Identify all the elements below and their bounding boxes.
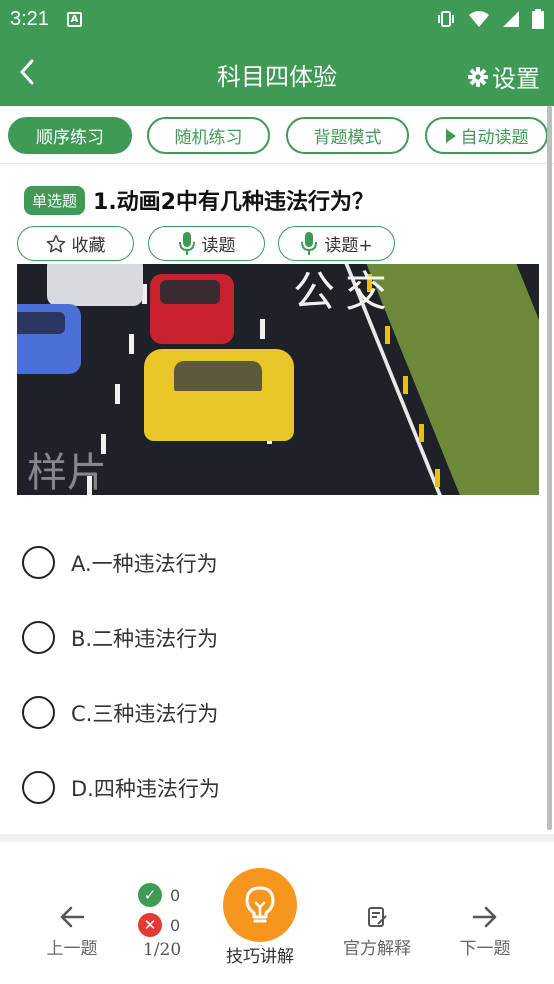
sample-watermark: 样片 xyxy=(27,450,107,495)
mode-tabs: 顺序练习 随机练习 背题模式 自动读题 xyxy=(0,106,554,164)
microphone-icon xyxy=(301,231,318,255)
option-d[interactable]: D.四种违法行为 xyxy=(22,750,542,825)
official-explanation-label: 官方解释 xyxy=(343,939,411,959)
option-c[interactable]: C.三种违法行为 xyxy=(22,675,542,750)
question-actions: 收藏 读题 读题+ xyxy=(17,226,554,262)
notification-badge: A xyxy=(66,11,82,27)
read-question-plus-button[interactable]: 读题+ xyxy=(278,226,395,261)
lane-dash xyxy=(129,334,134,354)
question-type-badge: 单选题 xyxy=(24,185,86,215)
yellow-taxi xyxy=(144,349,294,441)
radio-button[interactable] xyxy=(22,696,55,729)
bus-lane-dash xyxy=(419,424,424,442)
next-question-label: 下一题 xyxy=(459,939,511,959)
tab-label: 顺序练习 xyxy=(36,128,104,148)
red-car xyxy=(150,274,234,344)
play-icon xyxy=(445,128,456,143)
arrow-left-icon xyxy=(60,906,85,928)
option-a[interactable]: A.一种违法行为 xyxy=(22,525,542,600)
answer-stats: ✓ 0 ✕ 0 xyxy=(138,880,180,940)
tab-label: 随机练习 xyxy=(174,128,243,148)
favorite-button[interactable]: 收藏 xyxy=(17,226,134,261)
bottom-bar: 上一题 ✓ 0 ✕ 0 1/20 技巧讲解 官方解释 下一题 xyxy=(0,842,554,984)
vibrate-icon xyxy=(438,11,454,27)
next-question-button[interactable]: 下一题 xyxy=(455,906,515,959)
radio-button[interactable] xyxy=(22,546,55,579)
tips-label: 技巧讲解 xyxy=(226,947,294,967)
lane-dash xyxy=(260,319,265,339)
tab-label: 自动读题 xyxy=(460,128,529,148)
lightbulb-icon xyxy=(245,886,275,923)
option-label: C.三种违法行为 xyxy=(71,701,219,726)
option-label: B.二种违法行为 xyxy=(71,626,219,651)
read-question-label: 读题 xyxy=(201,236,236,256)
battery-icon xyxy=(532,9,544,29)
signal-icon xyxy=(503,11,519,27)
divider xyxy=(0,834,554,842)
official-explanation-button[interactable]: 官方解释 xyxy=(338,906,416,959)
read-question-plus-label: 读题+ xyxy=(324,236,373,256)
star-outline-icon xyxy=(46,234,65,253)
question-animation-image: 公交 样片 xyxy=(17,264,539,495)
question-progress[interactable]: 1/20 xyxy=(143,940,181,960)
road-marking-text: 公交 xyxy=(293,267,398,316)
read-question-button[interactable]: 读题 xyxy=(148,226,265,261)
bus-lane-dash xyxy=(385,326,390,344)
settings-button[interactable]: 设置 xyxy=(468,59,540,94)
tab-random-practice[interactable]: 随机练习 xyxy=(147,117,270,154)
wifi-icon xyxy=(469,11,489,27)
option-label: A.一种违法行为 xyxy=(71,551,218,576)
document-edit-icon xyxy=(368,907,387,927)
radio-button[interactable] xyxy=(22,621,55,654)
lane-dash xyxy=(115,384,120,404)
microphone-icon xyxy=(178,231,195,255)
tips-button[interactable] xyxy=(223,868,297,942)
status-time: 3:21 xyxy=(10,7,49,30)
x-circle-icon: ✕ xyxy=(138,913,162,937)
settings-label: 设置 xyxy=(492,65,540,93)
prev-question-label: 上一题 xyxy=(46,939,98,959)
correct-count: ✓ 0 xyxy=(138,880,180,910)
bus-lane-dash xyxy=(435,469,440,487)
tab-sequential-practice[interactable]: 顺序练习 xyxy=(8,117,132,154)
blue-car xyxy=(17,304,81,374)
app-bar: 科目四体验 设置 xyxy=(0,38,554,106)
white-car xyxy=(47,264,143,306)
arrow-right-icon xyxy=(472,906,497,928)
status-bar: 3:21 A xyxy=(0,0,554,38)
check-circle-icon: ✓ xyxy=(138,883,162,907)
tab-memorize-mode[interactable]: 背题模式 xyxy=(286,117,409,154)
tab-auto-read[interactable]: 自动读题 xyxy=(425,117,548,154)
option-label: D.四种违法行为 xyxy=(71,776,220,801)
scrollbar[interactable] xyxy=(547,106,552,830)
status-icons xyxy=(436,9,544,29)
gear-icon xyxy=(468,66,488,87)
tab-label: 背题模式 xyxy=(313,128,382,148)
favorite-label: 收藏 xyxy=(71,236,106,256)
question-text: 1.动画2中有几种违法行为？ xyxy=(93,190,374,215)
wrong-count-value: 0 xyxy=(170,915,181,935)
wrong-count: ✕ 0 xyxy=(138,910,180,940)
prev-question-button[interactable]: 上一题 xyxy=(42,906,102,959)
option-b[interactable]: B.二种违法行为 xyxy=(22,600,542,675)
answer-options: A.一种违法行为 B.二种违法行为 C.三种违法行为 D.四种违法行为 xyxy=(22,525,542,825)
radio-button[interactable] xyxy=(22,771,55,804)
correct-count-value: 0 xyxy=(170,885,181,905)
bus-lane-dash xyxy=(403,376,408,394)
question-header: 单选题 1.动画2中有几种违法行为？ xyxy=(24,184,374,216)
